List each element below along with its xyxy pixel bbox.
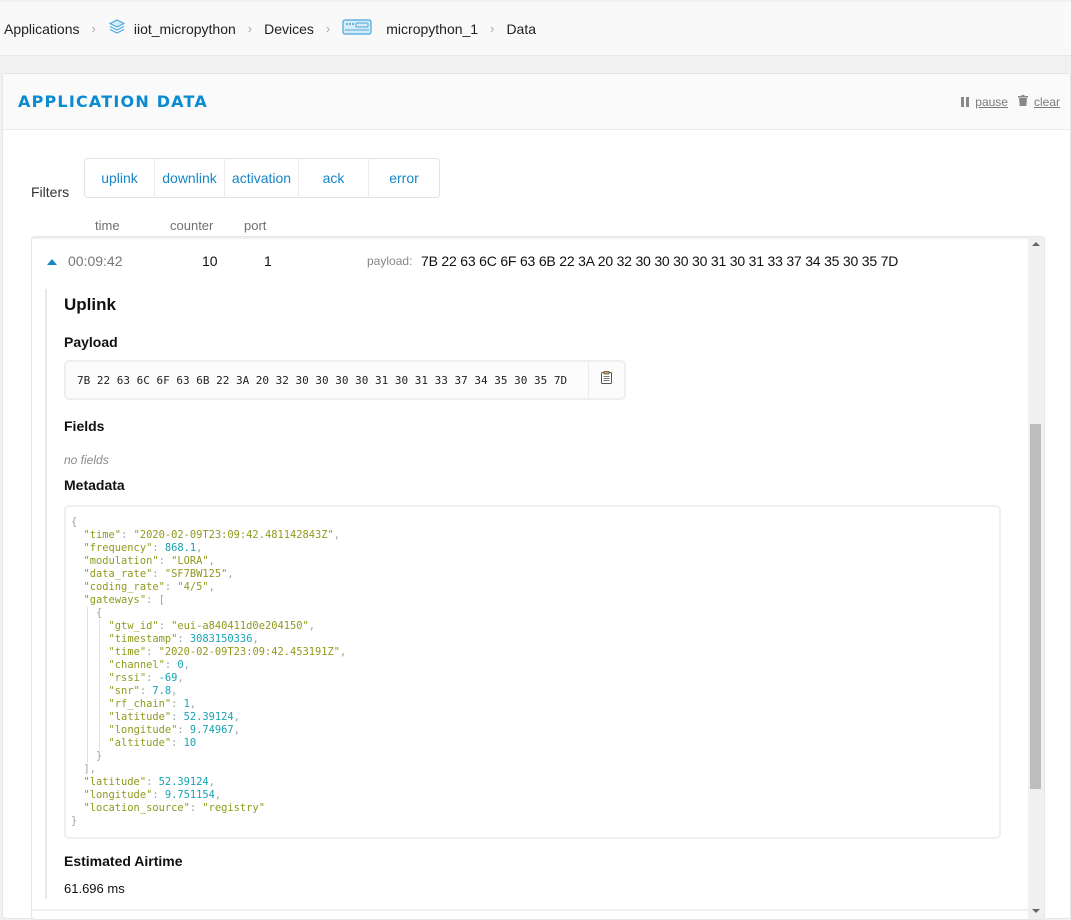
json-line: "timestamp": 3083150336,: [71, 633, 999, 646]
breadcrumb-separator: ›: [91, 21, 96, 36]
json-line: "snr": 7.8,: [71, 685, 999, 698]
json-line: {: [71, 607, 999, 620]
pause-icon: [961, 96, 970, 107]
device-icon: [342, 18, 372, 39]
trash-icon: [1017, 94, 1028, 109]
event-payload: 7B 22 63 6C 6F 63 6B 22 3A 20 32 30 30 3…: [421, 253, 899, 269]
json-line: {: [71, 516, 78, 528]
clear-label: clear: [1033, 94, 1060, 109]
airtime-value: 61.696 ms: [64, 881, 125, 896]
collapse-caret-icon[interactable]: [47, 259, 57, 265]
json-line: "altitude": 10: [71, 737, 999, 750]
events-list: 00:09:42 10 1 payload: 7B 22 63 6C 6F 63…: [31, 236, 1045, 920]
clipboard-icon: [601, 371, 612, 389]
json-line: "latitude": 52.39124,: [83, 776, 215, 788]
panel-title: APPLICATION DATA: [18, 92, 208, 111]
json-line: }: [71, 750, 999, 763]
scroll-up-arrow-icon[interactable]: [1032, 242, 1040, 246]
payload-box: 7B 22 63 6C 6F 63 6B 22 3A 20 32 30 30 3…: [64, 360, 626, 400]
event-payload-label: payload:: [367, 254, 413, 268]
metadata-heading: Metadata: [64, 477, 125, 493]
json-line: "time": "2020-02-09T23:09:42.453191Z",: [71, 646, 999, 659]
breadcrumb-label: Devices: [264, 20, 314, 37]
copy-button[interactable]: [588, 362, 624, 398]
json-line: "gateways": [: [83, 594, 165, 606]
filter-group: uplink downlink activation ack error: [84, 158, 440, 198]
json-line: "data_rate": "SF7BW125",: [83, 568, 234, 580]
layers-icon: [108, 18, 126, 39]
detail-title: Uplink: [64, 295, 116, 314]
json-line: "time": "2020-02-09T23:09:42.481142843Z"…: [83, 529, 341, 541]
column-header-port: port: [244, 218, 267, 233]
filter-activation[interactable]: activation: [225, 159, 299, 197]
breadcrumb-label: Data: [506, 20, 537, 37]
json-line: "location_source": "registry": [83, 802, 265, 814]
breadcrumb-bar: Applications › iiot_micropython › Device…: [0, 2, 1071, 56]
column-header-time: time: [95, 218, 120, 233]
event-counter: 10: [202, 253, 218, 269]
column-header-counter: counter: [170, 218, 214, 233]
breadcrumb-separator: ›: [490, 21, 495, 36]
filters-label: Filters: [31, 184, 70, 200]
filter-ack[interactable]: ack: [299, 159, 369, 197]
clear-button[interactable]: clear: [1017, 94, 1060, 109]
json-line: "gtw_id": "eui-a840411d0e204150",: [71, 620, 999, 633]
divider: [32, 909, 1028, 911]
breadcrumb-separator: ›: [247, 21, 253, 36]
breadcrumb-data[interactable]: Data: [506, 21, 536, 37]
breadcrumb-applications[interactable]: Applications: [4, 21, 80, 37]
breadcrumb-device[interactable]: micropython_1: [342, 18, 478, 39]
scrollbar[interactable]: [1028, 237, 1044, 919]
scrollbar-thumb[interactable]: [1030, 424, 1041, 789]
json-line: "latitude": 52.39124,: [71, 711, 999, 724]
pause-button[interactable]: pause: [961, 95, 1008, 109]
json-line: "longitude": 9.751154,: [83, 789, 222, 801]
json-line: }: [71, 815, 78, 827]
breadcrumb-label: micropython_1: [386, 20, 479, 37]
breadcrumb-devices[interactable]: Devices: [264, 21, 314, 37]
event-row[interactable]: 00:09:42 10 1 payload: 7B 22 63 6C 6F 63…: [32, 237, 1028, 285]
event-port: 1: [264, 253, 272, 269]
json-line: "frequency": 868.1,: [83, 542, 203, 554]
json-line: "rf_chain": 1,: [71, 698, 999, 711]
json-line: ],: [83, 763, 97, 775]
payload-heading: Payload: [64, 334, 118, 350]
breadcrumb-label: iiot_micropython: [133, 20, 236, 37]
breadcrumb-label: Applications: [4, 20, 80, 37]
filter-downlink[interactable]: downlink: [155, 159, 225, 197]
json-line: "rssi": -69,: [71, 672, 999, 685]
breadcrumb-application[interactable]: iiot_micropython: [108, 18, 236, 39]
filter-uplink[interactable]: uplink: [85, 159, 155, 197]
breadcrumb-separator: ›: [325, 21, 331, 36]
filter-error[interactable]: error: [369, 159, 439, 197]
panel-header: APPLICATION DATA pause clear: [3, 74, 1070, 130]
fields-heading: Fields: [64, 418, 105, 434]
json-line: "coding_rate": "4/5",: [83, 581, 215, 593]
json-line: "longitude": 9.74967,: [71, 724, 999, 737]
airtime-heading: Estimated Airtime: [64, 853, 183, 869]
metadata-json: { "time": "2020-02-09T23:09:42.481142843…: [64, 505, 1001, 839]
scroll-down-arrow-icon[interactable]: [1032, 909, 1040, 913]
no-fields-text: no fields: [64, 453, 109, 467]
event-detail: Uplink Payload 7B 22 63 6C 6F 63 6B 22 3…: [45, 289, 1015, 899]
application-data-panel: APPLICATION DATA pause clear Filters upl…: [2, 73, 1071, 920]
header-actions: pause clear: [951, 94, 1060, 109]
event-time: 00:09:42: [68, 253, 123, 269]
json-line: "channel": 0,: [71, 659, 999, 672]
json-line: "modulation": "LORA",: [83, 555, 215, 567]
payload-hex[interactable]: 7B 22 63 6C 6F 63 6B 22 3A 20 32 30 30 3…: [66, 374, 588, 387]
pause-label: pause: [975, 94, 1008, 109]
